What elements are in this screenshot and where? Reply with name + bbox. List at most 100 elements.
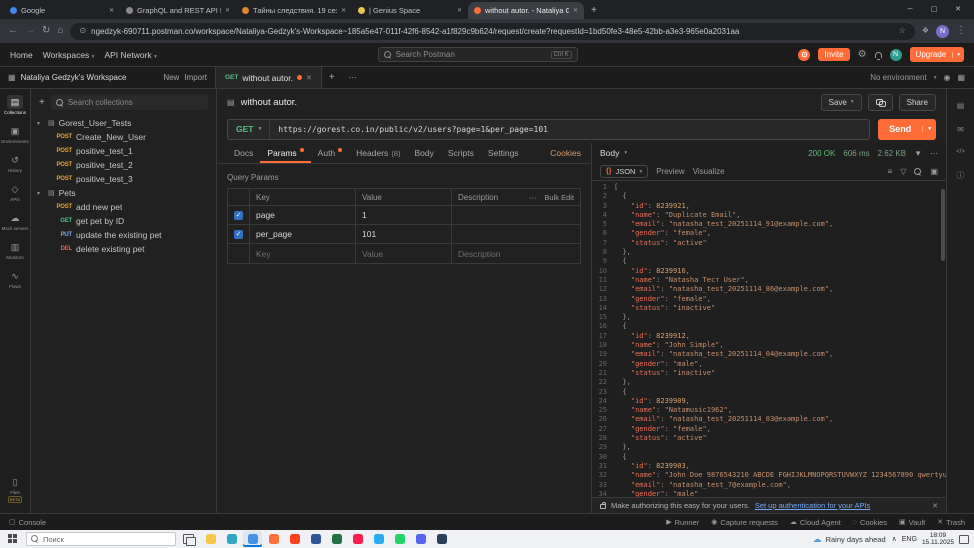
tab-close-icon[interactable]: ✕	[306, 74, 312, 82]
browser-tab[interactable]: Тайны следствия. 19 сезон, 1-...✕	[236, 2, 352, 19]
send-caret-icon[interactable]: ▾	[922, 126, 936, 132]
notifications-bell-icon[interactable]	[875, 52, 882, 58]
request-tab[interactable]: GET without autor. ✕	[216, 67, 322, 88]
request-tab-headers[interactable]: Headers(8)	[349, 143, 407, 163]
banner-close-icon[interactable]: ✕	[932, 502, 938, 510]
request-tab-settings[interactable]: Settings	[481, 143, 526, 163]
upgrade-caret-icon[interactable]: ▾	[952, 52, 964, 58]
notification-center-icon[interactable]	[959, 535, 969, 544]
api-network-menu[interactable]: API Network ▾	[104, 50, 156, 60]
taskbar-app-explorer[interactable]	[201, 531, 220, 547]
save-response-icon[interactable]: ▼	[914, 149, 922, 158]
cloud-agent-button[interactable]: ☁Cloud Agent	[790, 518, 841, 527]
format-selector[interactable]: {} JSON ▾	[600, 165, 648, 178]
copy-link-button[interactable]	[868, 94, 893, 111]
param-description[interactable]	[452, 206, 580, 224]
preview-tab[interactable]: Preview	[656, 167, 684, 176]
bookmark-star-icon[interactable]: ☆	[899, 26, 906, 36]
taskbar-app-excel[interactable]	[327, 531, 346, 547]
taskbar-clock[interactable]: 18:09 15.11.2025	[922, 532, 954, 547]
trash-button[interactable]: ✕Trash	[937, 518, 965, 527]
save-caret-icon[interactable]: ▾	[851, 99, 854, 105]
tray-expand-icon[interactable]: ∧	[892, 535, 897, 543]
invite-button[interactable]: Invite	[818, 48, 849, 61]
request-item[interactable]: POSTpositive_test_2	[31, 158, 216, 172]
runner-button[interactable]: ▶Runner	[666, 518, 699, 527]
taskbar-app-word[interactable]	[306, 531, 325, 547]
browser-menu-icon[interactable]: ⋮	[956, 26, 966, 36]
home-icon[interactable]: ⌂	[57, 26, 63, 36]
request-tab-scripts[interactable]: Scripts	[441, 143, 481, 163]
param-description[interactable]	[452, 225, 580, 243]
rail-item-mock-servers[interactable]: ☁Mock servers	[0, 211, 30, 231]
extensions-icon[interactable]: ❖	[922, 26, 929, 36]
param-description-placeholder[interactable]: Description	[452, 244, 580, 263]
rail-item-files[interactable]: ▯FilesBETA	[0, 475, 30, 503]
param-checkbox[interactable]: ✓	[234, 211, 243, 220]
request-tab-auth[interactable]: Auth	[311, 143, 350, 163]
request-tab-params[interactable]: Params	[260, 143, 310, 163]
param-key-placeholder[interactable]: Key	[250, 244, 356, 263]
bulk-edit-button[interactable]: Bulk Edit	[544, 193, 574, 202]
browser-tab[interactable]: without autor. - Nataliya Gedzyk✕	[468, 2, 584, 19]
taskbar-app-telegram[interactable]	[369, 531, 388, 547]
request-tab-docs[interactable]: Docs	[227, 143, 260, 163]
refresh-icon[interactable]: ↻	[42, 26, 50, 36]
weather-widget[interactable]: ☁ Rainy days ahead	[813, 534, 886, 545]
taskbar-app-firefox[interactable]	[264, 531, 283, 547]
browser-tab[interactable]: GraphQL and REST API for Test...✕	[120, 2, 236, 19]
console-button[interactable]: ▢ Console	[9, 518, 46, 527]
info-icon[interactable]: ⓘ	[957, 170, 965, 181]
param-key[interactable]: per_page	[250, 225, 356, 243]
taskbar-app-edge[interactable]	[222, 531, 241, 547]
taskbar-app-whatsapp[interactable]	[390, 531, 409, 547]
capture-requests-button[interactable]: ◉Capture requests	[711, 518, 778, 527]
maximize-button[interactable]: ▢	[922, 2, 946, 17]
taskbar-app-chrome[interactable]	[243, 531, 262, 547]
copy-response-icon[interactable]: ▣	[930, 167, 938, 176]
new-button[interactable]: New	[163, 73, 179, 82]
tab-close-icon[interactable]: ✕	[225, 7, 230, 14]
collections-search-input[interactable]: Search collections	[51, 95, 208, 110]
visualize-tab[interactable]: Visualize	[693, 167, 725, 176]
browser-profile-avatar[interactable]: N	[936, 25, 949, 38]
taskbar-app-discord[interactable]	[411, 531, 430, 547]
start-button[interactable]	[3, 530, 23, 548]
search-response-icon[interactable]	[914, 168, 922, 176]
rail-item-collections[interactable]: ▤Collections	[0, 95, 30, 115]
collection-folder[interactable]: ▾▤Pets	[31, 186, 216, 200]
site-info-icon[interactable]: ⊙	[79, 26, 86, 36]
param-value-placeholder[interactable]: Value	[356, 244, 452, 263]
banner-link[interactable]: Set up authentication for your APIs	[755, 501, 871, 510]
tab-close-icon[interactable]: ✕	[109, 7, 114, 14]
tab-close-icon[interactable]: ✕	[457, 7, 462, 14]
tab-close-icon[interactable]: ✕	[341, 7, 346, 14]
request-item[interactable]: PUTupdate the existing pet	[31, 228, 216, 242]
rail-item-flows[interactable]: ∿Flows	[0, 269, 30, 289]
import-button[interactable]: Import	[184, 73, 207, 82]
param-key[interactable]: page	[250, 206, 356, 224]
param-value[interactable]: 1	[356, 206, 452, 224]
request-item[interactable]: POSTCreate_New_User	[31, 130, 216, 144]
vault-button[interactable]: ▣Vault	[899, 518, 925, 527]
environment-selector[interactable]: No environment	[870, 73, 926, 82]
collection-folder[interactable]: ▾▤Gorest_User_Tests	[31, 116, 216, 130]
tab-options-icon[interactable]: ⋯	[342, 67, 364, 88]
minimize-button[interactable]: ─	[898, 2, 922, 17]
settings-gear-icon[interactable]: ⚙	[858, 49, 867, 60]
response-body-tab[interactable]: Body	[600, 148, 619, 158]
taskbar-search-input[interactable]: Поиск	[26, 532, 176, 546]
response-options-icon[interactable]: ⋯	[930, 149, 938, 158]
url-input[interactable]: https://gorest.co.in/public/v2/users?pag…	[270, 125, 869, 134]
documentation-icon[interactable]: ▤	[957, 101, 965, 110]
taskbar-app-opera[interactable]	[348, 531, 367, 547]
request-item[interactable]: POSTadd new pet	[31, 200, 216, 214]
browser-tab[interactable]: Google✕	[4, 2, 120, 19]
upgrade-button[interactable]: Upgrade ▾	[910, 47, 964, 62]
postman-avatar[interactable]: N	[890, 49, 902, 61]
rail-item-history[interactable]: ↺History	[0, 153, 30, 173]
filter-icon[interactable]: ▽	[900, 167, 906, 176]
param-value[interactable]: 101	[356, 225, 452, 243]
home-link[interactable]: Home	[10, 50, 33, 60]
rail-item-apis[interactable]: ◇APIs	[0, 182, 30, 202]
